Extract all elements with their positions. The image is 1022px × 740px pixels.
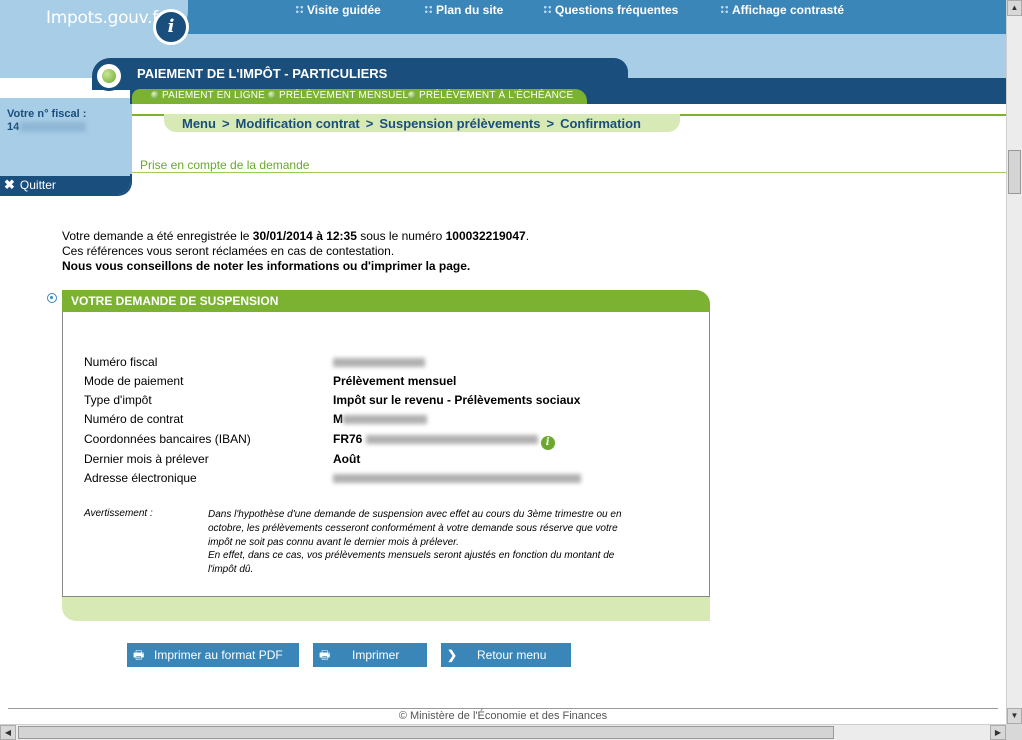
page-title: PAIEMENT DE L'IMPÔT - PARTICULIERS <box>137 66 388 81</box>
label-mode-paiement: Mode de paiement <box>84 374 184 388</box>
back-to-menu-button[interactable]: ❯ Retour menu <box>441 643 571 667</box>
scrollbar-corner <box>1006 724 1022 740</box>
breadcrumb-modification-contrat[interactable]: Modification contrat <box>236 116 360 131</box>
scroll-up-icon[interactable]: ▲ <box>1007 0 1022 16</box>
link-visite-guidee[interactable]: Visite guidée <box>295 3 381 17</box>
horizontal-scrollbar[interactable]: ◀ ▶ <box>0 724 1006 740</box>
label-type-impot: Type d'impôt <box>84 393 152 407</box>
registration-number: 100032219047 <box>445 229 526 243</box>
print-button[interactable]: 🖶 Imprimer <box>313 643 427 667</box>
label-iban: Coordonnées bancaires (IBAN) <box>84 432 251 446</box>
dots-icon <box>424 5 433 14</box>
dots-icon <box>295 5 304 14</box>
label-numero-contrat: Numéro de contrat <box>84 412 184 426</box>
info-icon[interactable]: i <box>540 436 555 450</box>
breadcrumb: Menu > Modification contrat > Suspension pré… <box>182 116 641 131</box>
scroll-thumb[interactable] <box>18 726 834 739</box>
value-dernier-mois: Août <box>333 452 361 466</box>
scroll-down-icon[interactable]: ▼ <box>1007 708 1022 724</box>
scroll-thumb[interactable] <box>1008 150 1021 194</box>
divider <box>8 708 998 709</box>
value-type-impot: Impôt sur le revenu - Prélèvements socia… <box>333 393 581 407</box>
bullet-icon <box>47 293 57 303</box>
breadcrumb-menu[interactable]: Menu <box>182 116 216 131</box>
link-plan-du-site[interactable]: Plan du site <box>424 3 503 17</box>
label-adresse-electronique: Adresse électronique <box>84 471 197 485</box>
value-numero-contrat: M <box>333 412 427 426</box>
link-questions-frequentes[interactable]: Questions fréquentes <box>543 3 678 17</box>
value-iban: FR76 i <box>333 432 555 450</box>
section-badge-icon <box>94 61 124 91</box>
vertical-scrollbar[interactable]: ▲ ▼ <box>1006 0 1022 724</box>
value-numero-fiscal <box>333 355 425 369</box>
step-subtitle: Prise en compte de la demande <box>140 158 310 172</box>
redacted-value <box>365 435 538 444</box>
scroll-right-icon[interactable]: ▶ <box>990 725 1006 740</box>
divider <box>130 104 132 174</box>
value-adresse-electronique <box>333 471 581 485</box>
dots-icon <box>720 5 729 14</box>
tab-prelevement-echeance[interactable]: PRÉLÈVEMENT À L'ÉCHÉANCE <box>408 90 573 101</box>
section-footer <box>62 597 710 621</box>
print-pdf-button[interactable]: 🖶 Imprimer au format PDF <box>127 643 299 667</box>
footer-copyright: © Ministère de l'Économie et des Finance… <box>398 710 608 722</box>
warning-text: Dans l'hypothèse d'une demande de suspen… <box>208 509 622 576</box>
value-mode-paiement: Prélèvement mensuel <box>333 374 457 388</box>
quit-button[interactable]: ✖ Quitter <box>0 176 130 194</box>
fiscal-number-label: Votre n° fiscal : <box>7 108 87 120</box>
printer-icon: 🖶 <box>133 648 145 662</box>
redacted-value <box>333 358 425 367</box>
warning-label: Avertissement : <box>84 508 153 519</box>
chevron-right-icon: ❯ <box>447 648 458 662</box>
site-logo[interactable]: Impots.gouv.fr <box>46 8 165 28</box>
confirmation-message: Votre demande a été enregistrée le 30/01… <box>62 229 530 273</box>
tab-prelevement-mensuel[interactable]: PRÉLÈVEMENT MENSUEL <box>268 90 408 101</box>
printer-icon: 🖶 <box>319 648 331 662</box>
info-icon[interactable]: i <box>153 9 189 45</box>
redacted-fiscal-number <box>20 122 86 132</box>
redacted-value <box>333 474 581 483</box>
scroll-left-icon[interactable]: ◀ <box>0 725 16 740</box>
tab-paiement-en-ligne[interactable]: PAIEMENT EN LIGNE <box>151 90 265 101</box>
label-numero-fiscal: Numéro fiscal <box>84 355 158 369</box>
breadcrumb-suspension[interactable]: Suspension prélèvements <box>379 116 540 131</box>
breadcrumb-confirmation: Confirmation <box>560 116 641 131</box>
registration-date: 30/01/2014 à 12:35 <box>252 229 357 243</box>
redacted-value <box>343 415 427 424</box>
dots-icon <box>543 5 552 14</box>
label-dernier-mois: Dernier mois à prélever <box>84 452 209 466</box>
divider <box>132 172 1006 173</box>
fiscal-number-value: 14 <box>7 121 20 133</box>
section-title: VOTRE DEMANDE DE SUSPENSION <box>71 294 279 308</box>
link-affichage-contraste[interactable]: Affichage contrasté <box>720 3 844 17</box>
close-icon: ✖ <box>4 177 15 192</box>
